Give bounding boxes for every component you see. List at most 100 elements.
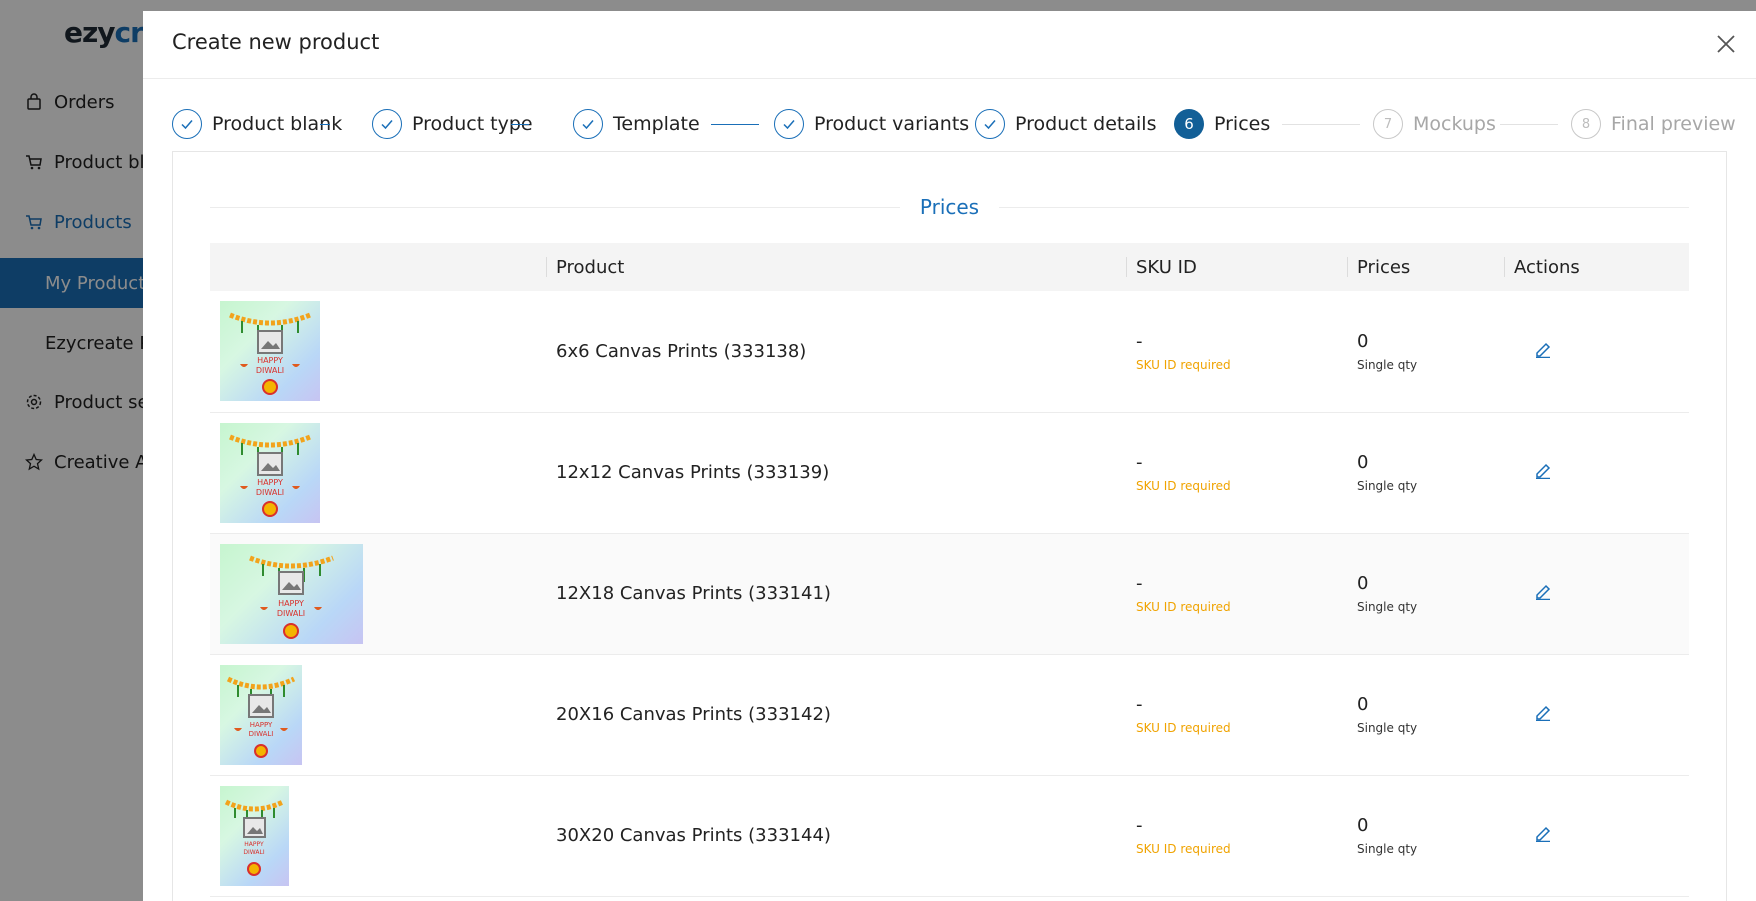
price-value: 0 xyxy=(1357,452,1369,473)
price-qty-note: Single qty xyxy=(1357,842,1418,856)
step-label: Template xyxy=(613,113,700,135)
product-name: 20X16 Canvas Prints (333142) xyxy=(546,654,1126,776)
sku-cell: - SKU ID required xyxy=(1126,291,1347,413)
section-heading: Prices xyxy=(210,195,1689,219)
column-header-prices: Prices xyxy=(1347,243,1504,291)
step-mockups[interactable]: 7 Mockups xyxy=(1373,106,1496,142)
step-connector xyxy=(1282,124,1360,125)
step-label: Mockups xyxy=(1413,113,1496,135)
diwali-artwork: HAPPY DIWALI xyxy=(229,312,311,396)
svg-text:HAPPY: HAPPY xyxy=(244,841,264,848)
prices-panel: Prices Product SKU ID Prices Actions HAP… xyxy=(172,151,1727,901)
diwali-artwork: HAPPY DIWALI xyxy=(224,799,285,876)
table-row: HAPPY DIWALI 20X16 Canvas Prints (333142… xyxy=(210,654,1689,776)
product-thumbnail: HAPPY DIWALI xyxy=(220,422,320,523)
svg-text:DIWALI: DIWALI xyxy=(249,730,274,738)
sku-required-note: SKU ID required xyxy=(1136,600,1231,614)
check-icon xyxy=(172,109,202,139)
price-cell: 0 Single qty xyxy=(1347,412,1504,534)
step-product-type[interactable]: Product type xyxy=(372,106,533,142)
step-label: Final preview xyxy=(1611,113,1736,135)
step-connector xyxy=(711,124,759,125)
step-number: 8 xyxy=(1571,109,1601,139)
step-product-details[interactable]: Product details xyxy=(975,106,1156,142)
price-cell: 0 Single qty xyxy=(1347,291,1504,413)
sku-cell: - SKU ID required xyxy=(1126,533,1347,655)
prices-table: Product SKU ID Prices Actions HAPPY DIWA… xyxy=(210,243,1689,897)
sku-required-note: SKU ID required xyxy=(1136,721,1231,735)
product-thumbnail: HAPPY DIWALI xyxy=(220,301,320,402)
product-thumbnail: HAPPY DIWALI xyxy=(220,785,289,886)
product-thumbnail: HAPPY DIWALI xyxy=(220,543,363,644)
section-title: Prices xyxy=(907,195,992,219)
product-name: 12X18 Canvas Prints (333141) xyxy=(546,533,1126,655)
sku-value: - xyxy=(1136,330,1143,352)
sku-cell: - SKU ID required xyxy=(1126,412,1347,534)
table-row: HAPPY DIWALI 12x12 Canvas Prints (333139… xyxy=(210,412,1689,534)
check-icon xyxy=(774,109,804,139)
edit-icon[interactable] xyxy=(1534,461,1552,480)
column-header-actions: Actions xyxy=(1504,243,1689,291)
price-value: 0 xyxy=(1357,573,1369,594)
edit-icon[interactable] xyxy=(1534,703,1552,722)
price-value: 0 xyxy=(1357,694,1369,715)
modal-header: Create new product xyxy=(143,11,1756,79)
diwali-artwork: HAPPY DIWALI xyxy=(226,676,296,758)
price-qty-note: Single qty xyxy=(1357,479,1418,493)
diwali-artwork: HAPPY DIWALI xyxy=(249,555,334,639)
sku-required-note: SKU ID required xyxy=(1136,479,1231,493)
check-icon xyxy=(975,109,1005,139)
edit-icon[interactable] xyxy=(1534,340,1552,358)
price-value: 0 xyxy=(1357,330,1369,352)
column-header-product: Product xyxy=(546,243,1126,291)
product-thumbnail: HAPPY DIWALI xyxy=(220,664,302,765)
step-connector xyxy=(1500,124,1558,125)
svg-text:DIWALI: DIWALI xyxy=(256,366,284,375)
sku-value: - xyxy=(1136,694,1143,715)
column-header-image xyxy=(210,243,546,291)
stepper: Product blank Product type Template Prod… xyxy=(172,106,1736,142)
step-label: Product details xyxy=(1015,113,1157,135)
sku-value: - xyxy=(1136,815,1143,836)
edit-icon[interactable] xyxy=(1534,582,1552,601)
step-product-blank[interactable]: Product blank xyxy=(172,106,342,142)
price-qty-note: Single qty xyxy=(1357,357,1418,372)
sku-cell: - SKU ID required xyxy=(1126,654,1347,776)
table-row: HAPPY DIWALI 30X20 Canvas Prints (333144… xyxy=(210,775,1689,897)
price-cell: 0 Single qty xyxy=(1347,654,1504,776)
svg-text:DIWALI: DIWALI xyxy=(243,849,264,856)
check-icon xyxy=(372,109,402,139)
step-connector xyxy=(320,124,330,125)
step-label: Prices xyxy=(1214,113,1271,135)
svg-text:HAPPY: HAPPY xyxy=(278,599,304,608)
check-icon xyxy=(573,109,603,139)
column-header-sku: SKU ID xyxy=(1126,243,1347,291)
sku-cell: - SKU ID required xyxy=(1126,775,1347,897)
step-final-preview[interactable]: 8 Final preview xyxy=(1571,106,1736,142)
table-row: HAPPY DIWALI 12X18 Canvas Prints (333141… xyxy=(210,533,1689,655)
price-qty-note: Single qty xyxy=(1357,600,1418,614)
product-name: 12x12 Canvas Prints (333139) xyxy=(546,412,1126,534)
product-name: 30X20 Canvas Prints (333144) xyxy=(546,775,1126,897)
create-product-modal: Create new product Product blank Product… xyxy=(143,11,1756,901)
step-number: 7 xyxy=(1373,109,1403,139)
table-row: HAPPY DIWALI 6x6 Canvas Prints (333138) … xyxy=(210,291,1689,413)
edit-icon[interactable] xyxy=(1534,824,1552,843)
sku-value: - xyxy=(1136,573,1143,594)
price-cell: 0 Single qty xyxy=(1347,775,1504,897)
close-icon[interactable] xyxy=(1714,32,1738,56)
price-qty-note: Single qty xyxy=(1357,721,1418,735)
svg-text:DIWALI: DIWALI xyxy=(277,609,305,618)
product-name: 6x6 Canvas Prints (333138) xyxy=(546,291,1126,413)
table-header-row: Product SKU ID Prices Actions xyxy=(210,243,1689,291)
svg-text:HAPPY: HAPPY xyxy=(257,478,283,487)
svg-text:HAPPY: HAPPY xyxy=(257,356,283,365)
step-number: 6 xyxy=(1174,109,1204,139)
step-connector xyxy=(511,124,529,125)
step-product-variants[interactable]: Product variants xyxy=(774,106,969,142)
step-label: Product variants xyxy=(814,113,970,135)
price-value: 0 xyxy=(1357,815,1369,836)
sku-value: - xyxy=(1136,452,1143,473)
step-template[interactable]: Template xyxy=(573,106,700,142)
step-prices[interactable]: 6 Prices xyxy=(1174,106,1270,142)
